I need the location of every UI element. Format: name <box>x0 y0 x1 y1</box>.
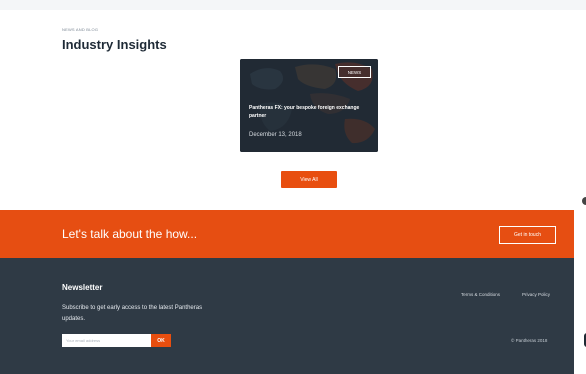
news-badge: NEWS <box>338 66 371 78</box>
view-all-button[interactable]: View All <box>281 171 337 188</box>
privacy-link[interactable]: Privacy Policy <box>522 292 550 297</box>
cta-text: Let's talk about the how... <box>62 227 198 241</box>
section-title: Industry Insights <box>62 37 167 52</box>
scroll-indicator-dot <box>582 197 586 205</box>
get-in-touch-button[interactable]: Get in touch <box>499 226 556 244</box>
news-title[interactable]: Pantheras FX: your bespoke foreign excha… <box>249 104 377 120</box>
top-bar <box>0 0 586 10</box>
newsletter-description: Subscribe to get early access to the lat… <box>62 305 203 322</box>
newsletter-title: Newsletter <box>62 283 103 292</box>
copyright-text: © Pantheras 2018 <box>511 338 548 343</box>
terms-link[interactable]: Terms & Conditions <box>461 292 500 297</box>
section-eyebrow: NEWS AND BLOG <box>62 27 99 32</box>
subscribe-ok-button[interactable]: OK <box>151 334 171 347</box>
email-input[interactable] <box>62 334 151 347</box>
news-date: December 13, 2018 <box>249 132 302 138</box>
